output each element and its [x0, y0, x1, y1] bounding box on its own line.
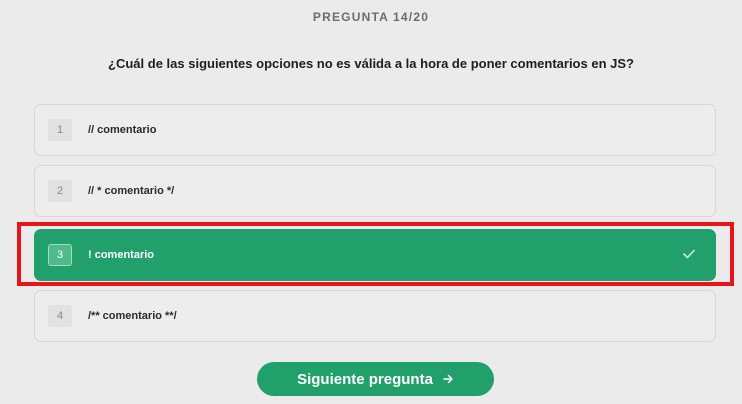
option-label: /** comentario **/ — [88, 310, 177, 322]
option-number: 3 — [48, 244, 72, 266]
option-label: ! comentario — [88, 249, 155, 261]
checkmark-icon — [681, 246, 697, 262]
answer-option-2[interactable]: 2 // * comentario */ — [34, 165, 716, 217]
answer-option-3[interactable]: 3 ! comentario — [34, 229, 716, 281]
option-label: // * comentario */ — [88, 185, 175, 197]
option-number: 2 — [48, 180, 72, 202]
answer-option-4[interactable]: 4 /** comentario **/ — [34, 290, 716, 342]
next-question-label: Siguiente pregunta — [297, 370, 433, 388]
answer-option-1[interactable]: 1 // comentario — [34, 104, 716, 156]
option-number: 1 — [48, 119, 72, 141]
option-label: // comentario — [88, 124, 157, 136]
question-text: ¿Cuál de las siguientes opciones no es v… — [108, 56, 634, 71]
option-number: 4 — [48, 305, 72, 327]
next-question-button[interactable]: Siguiente pregunta — [257, 362, 494, 396]
arrow-right-icon — [443, 372, 454, 387]
question-counter: PREGUNTA 14/20 — [312, 10, 430, 24]
